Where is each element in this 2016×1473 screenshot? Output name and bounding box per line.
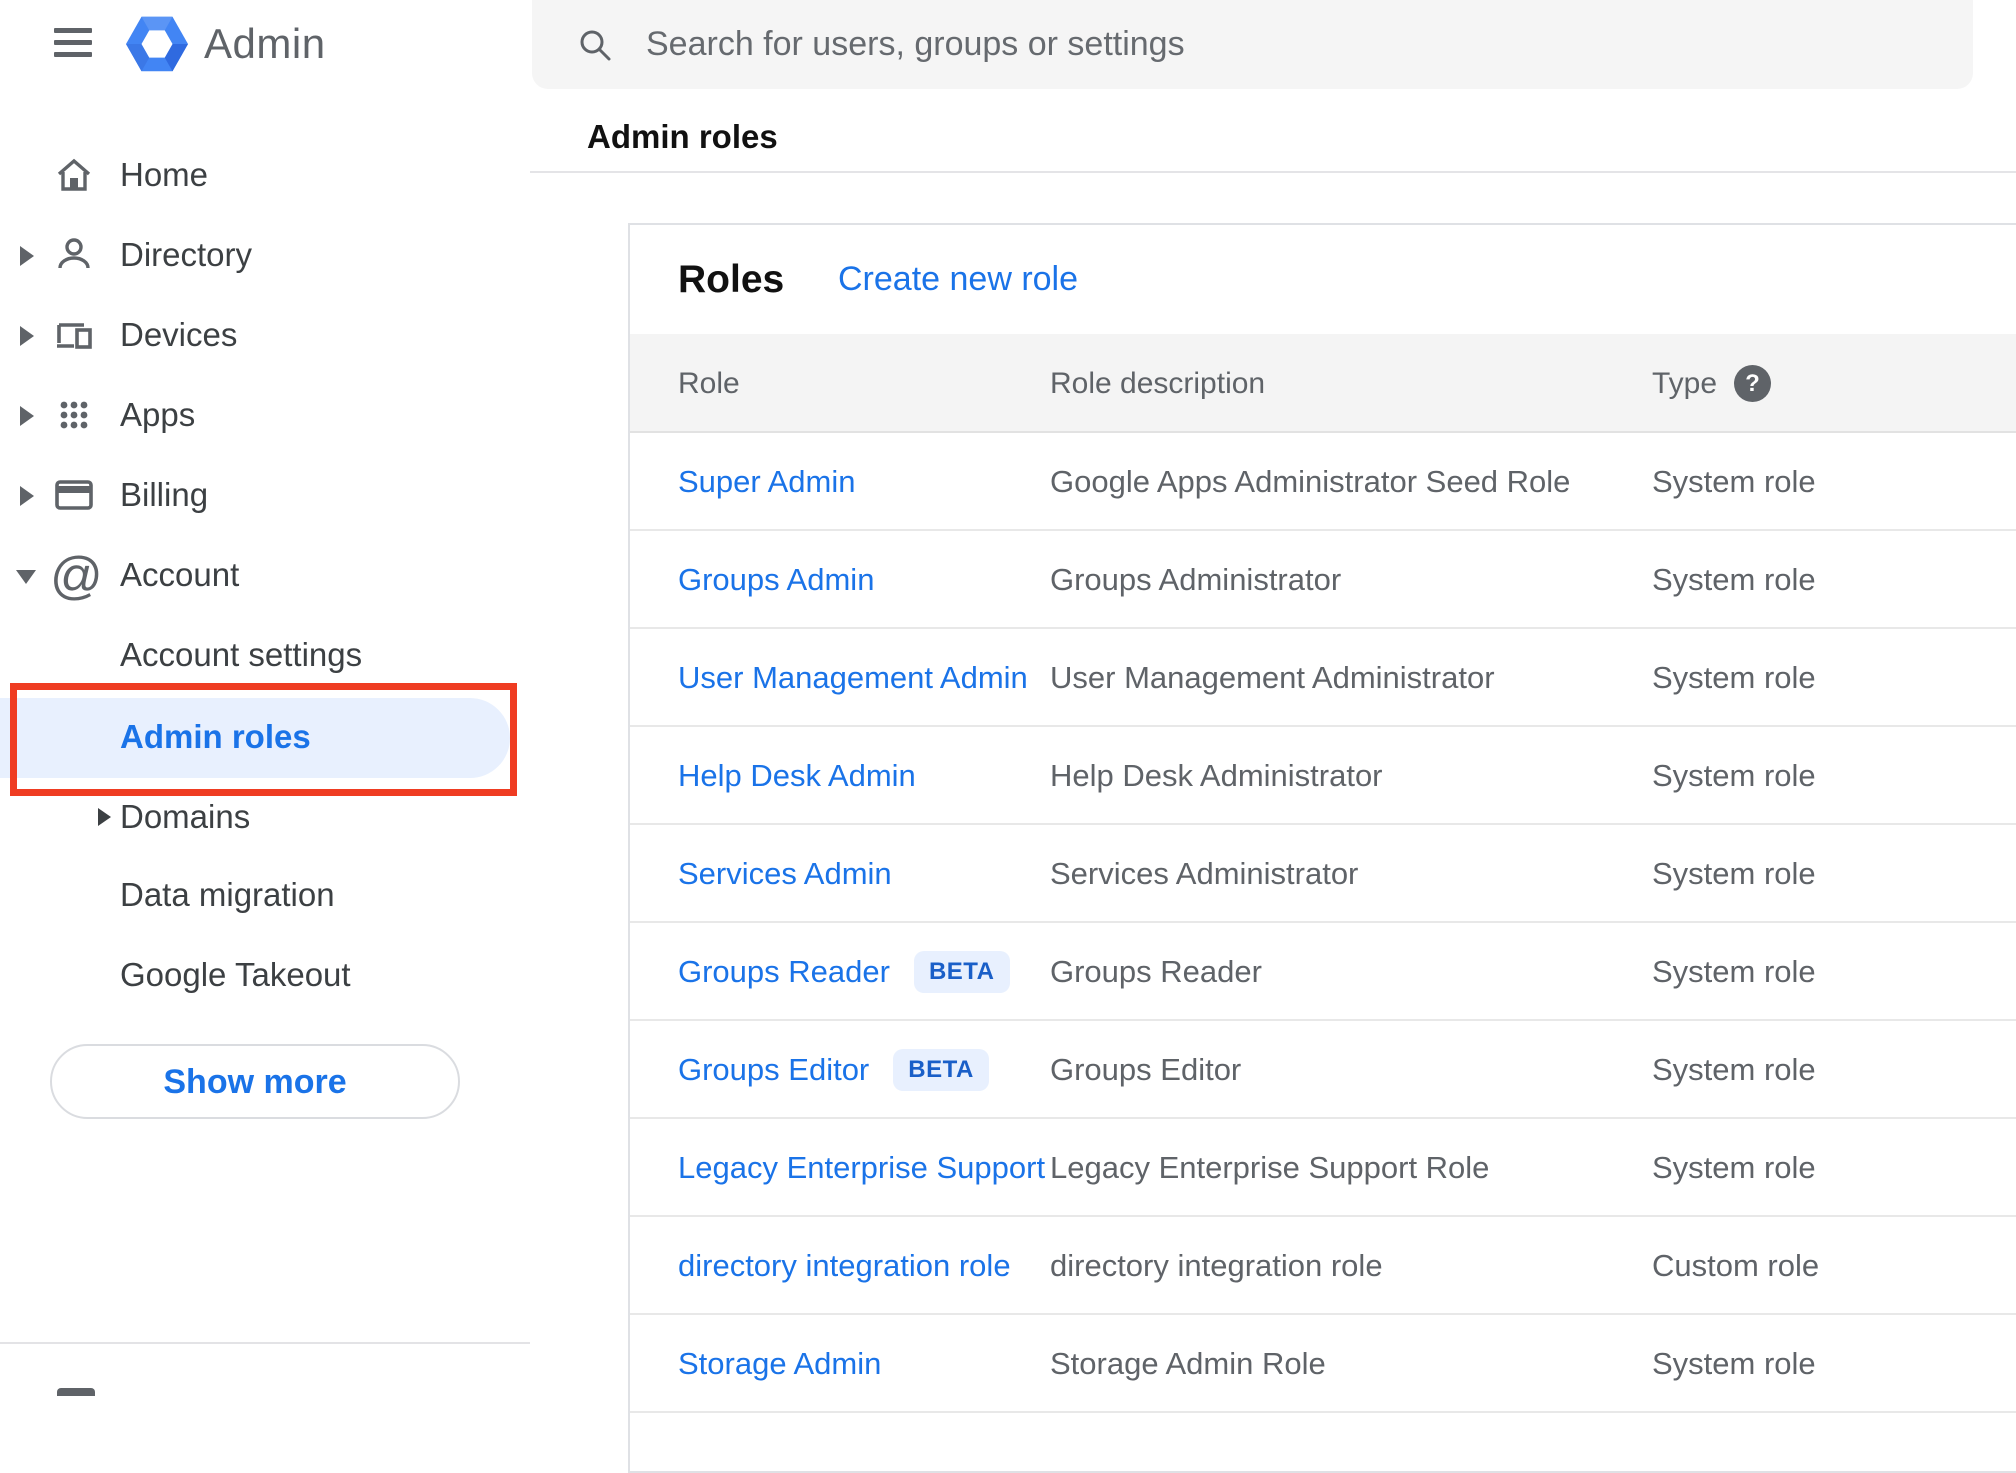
sidebar-item-label: Devices [120, 316, 238, 353]
collapse-caret-icon[interactable] [16, 570, 36, 584]
beta-badge: BETA [913, 951, 1010, 993]
role-link[interactable]: Super Admin [678, 464, 856, 500]
role-link[interactable]: Groups Editor [678, 1052, 869, 1088]
sidebar-item-devices[interactable]: Devices [0, 295, 530, 375]
role-type: System role [1652, 660, 1816, 695]
sidebar-item-directory[interactable]: Directory [0, 215, 530, 295]
role-type: System role [1652, 1346, 1816, 1381]
sidebar-item-account[interactable]: @ Account [0, 535, 530, 615]
expand-caret-icon[interactable] [20, 326, 34, 346]
sidebar-item-google-takeout[interactable]: Google Takeout [0, 935, 530, 1015]
table-row: Help Desk Admin Help Desk Administrator … [630, 727, 2016, 825]
role-type: System role [1652, 1150, 1816, 1185]
roles-card: Roles Create new role Role Role descript… [628, 223, 2016, 1473]
sidebar-divider [0, 1342, 530, 1344]
role-description: Groups Administrator [1050, 562, 1342, 597]
help-icon[interactable]: ? [1734, 365, 1771, 402]
admin-logo-icon [126, 16, 188, 72]
person-icon [58, 238, 90, 269]
roles-title: Roles [678, 258, 785, 301]
header-divider [530, 171, 2016, 173]
role-link[interactable]: Help Desk Admin [678, 758, 916, 794]
role-type: System role [1652, 464, 1816, 499]
table-header-row: Role Role description Type ? [630, 334, 2016, 433]
table-row: Super Admin Google Apps Administrator Se… [630, 433, 2016, 531]
role-description: Services Administrator [1050, 856, 1359, 891]
beta-badge: BETA [893, 1049, 989, 1091]
app-brand: Admin [126, 8, 326, 80]
search-bar[interactable] [532, 0, 1973, 89]
expand-caret-icon[interactable] [98, 808, 111, 826]
role-link[interactable]: Legacy Enterprise Support [678, 1150, 1045, 1186]
sidebar-item-label: Apps [120, 396, 196, 433]
role-description: Help Desk Administrator [1050, 758, 1383, 793]
role-type: System role [1652, 1052, 1816, 1087]
show-more-button[interactable]: Show more [50, 1044, 460, 1119]
partial-bottom-icon [57, 1388, 95, 1396]
table-row: User Management Admin User Management Ad… [630, 629, 2016, 727]
table-row: Services Admin Services Administrator Sy… [630, 825, 2016, 923]
role-link[interactable]: Groups Reader [678, 954, 890, 990]
table-row: directory integration role directory int… [630, 1217, 2016, 1315]
devices-icon [57, 323, 92, 349]
table-row: Storage Admin Storage Admin Role System … [630, 1315, 2016, 1413]
sidebar-item-label: Account [120, 556, 240, 593]
table-row: Groups Reader BETA Groups Reader System … [630, 923, 2016, 1021]
sidebar: Admin Home Directory Devices Apps Billin… [0, 0, 530, 1396]
role-description: directory integration role [1050, 1248, 1383, 1283]
column-header-description: Role description [1050, 367, 1266, 400]
sidebar-item-label: Domains [120, 798, 251, 835]
roles-card-header: Roles Create new role [630, 225, 2016, 334]
role-link[interactable]: directory integration role [678, 1248, 1011, 1284]
search-icon [580, 30, 611, 61]
sidebar-item-label: Data migration [120, 876, 335, 913]
table-row: Groups Editor BETA Groups Editor System … [630, 1021, 2016, 1119]
sidebar-item-label: Billing [120, 476, 209, 513]
sidebar-item-domains[interactable]: Domains [0, 777, 530, 857]
hamburger-menu-icon[interactable] [54, 28, 92, 58]
role-description: User Management Administrator [1050, 660, 1495, 695]
table-row: Groups Admin Groups Administrator System… [630, 531, 2016, 629]
sidebar-item-billing[interactable]: Billing [0, 455, 530, 535]
role-link[interactable]: Services Admin [678, 856, 892, 892]
home-icon [57, 158, 91, 191]
at-sign-icon: @ [50, 547, 103, 605]
column-header-type: Type [1652, 367, 1718, 400]
sidebar-item-home[interactable]: Home [0, 135, 530, 215]
role-description: Legacy Enterprise Support Role [1050, 1150, 1490, 1185]
role-link[interactable]: User Management Admin [678, 660, 1028, 696]
sidebar-item-data-migration[interactable]: Data migration [0, 855, 530, 935]
sidebar-item-label: Google Takeout [120, 956, 351, 993]
sidebar-item-apps[interactable]: Apps [0, 375, 530, 455]
breadcrumb: Admin roles [587, 118, 778, 155]
role-description: Storage Admin Role [1050, 1346, 1326, 1381]
role-description: Google Apps Administrator Seed Role [1050, 464, 1571, 499]
app-title: Admin [204, 20, 326, 67]
table-row: Legacy Enterprise Support Legacy Enterpr… [630, 1119, 2016, 1217]
role-type: System role [1652, 954, 1816, 989]
expand-caret-icon[interactable] [20, 246, 34, 266]
role-type: Custom role [1652, 1248, 1820, 1283]
credit-card-icon [55, 480, 93, 510]
expand-caret-icon[interactable] [20, 406, 34, 426]
role-link[interactable]: Storage Admin [678, 1346, 881, 1382]
role-description: Groups Editor [1050, 1052, 1242, 1087]
role-type: System role [1652, 758, 1816, 793]
create-new-role-link[interactable]: Create new role [838, 225, 1078, 334]
role-type: System role [1652, 562, 1816, 597]
role-link[interactable]: Groups Admin [678, 562, 874, 598]
sidebar-item-label: Directory [120, 236, 253, 273]
apps-grid-icon [60, 401, 88, 429]
role-type: System role [1652, 856, 1816, 891]
column-header-role: Role [678, 367, 740, 400]
search-input[interactable] [644, 0, 1924, 89]
role-description: Groups Reader [1050, 954, 1262, 989]
sidebar-item-label: Home [120, 156, 209, 193]
expand-caret-icon[interactable] [20, 486, 34, 506]
